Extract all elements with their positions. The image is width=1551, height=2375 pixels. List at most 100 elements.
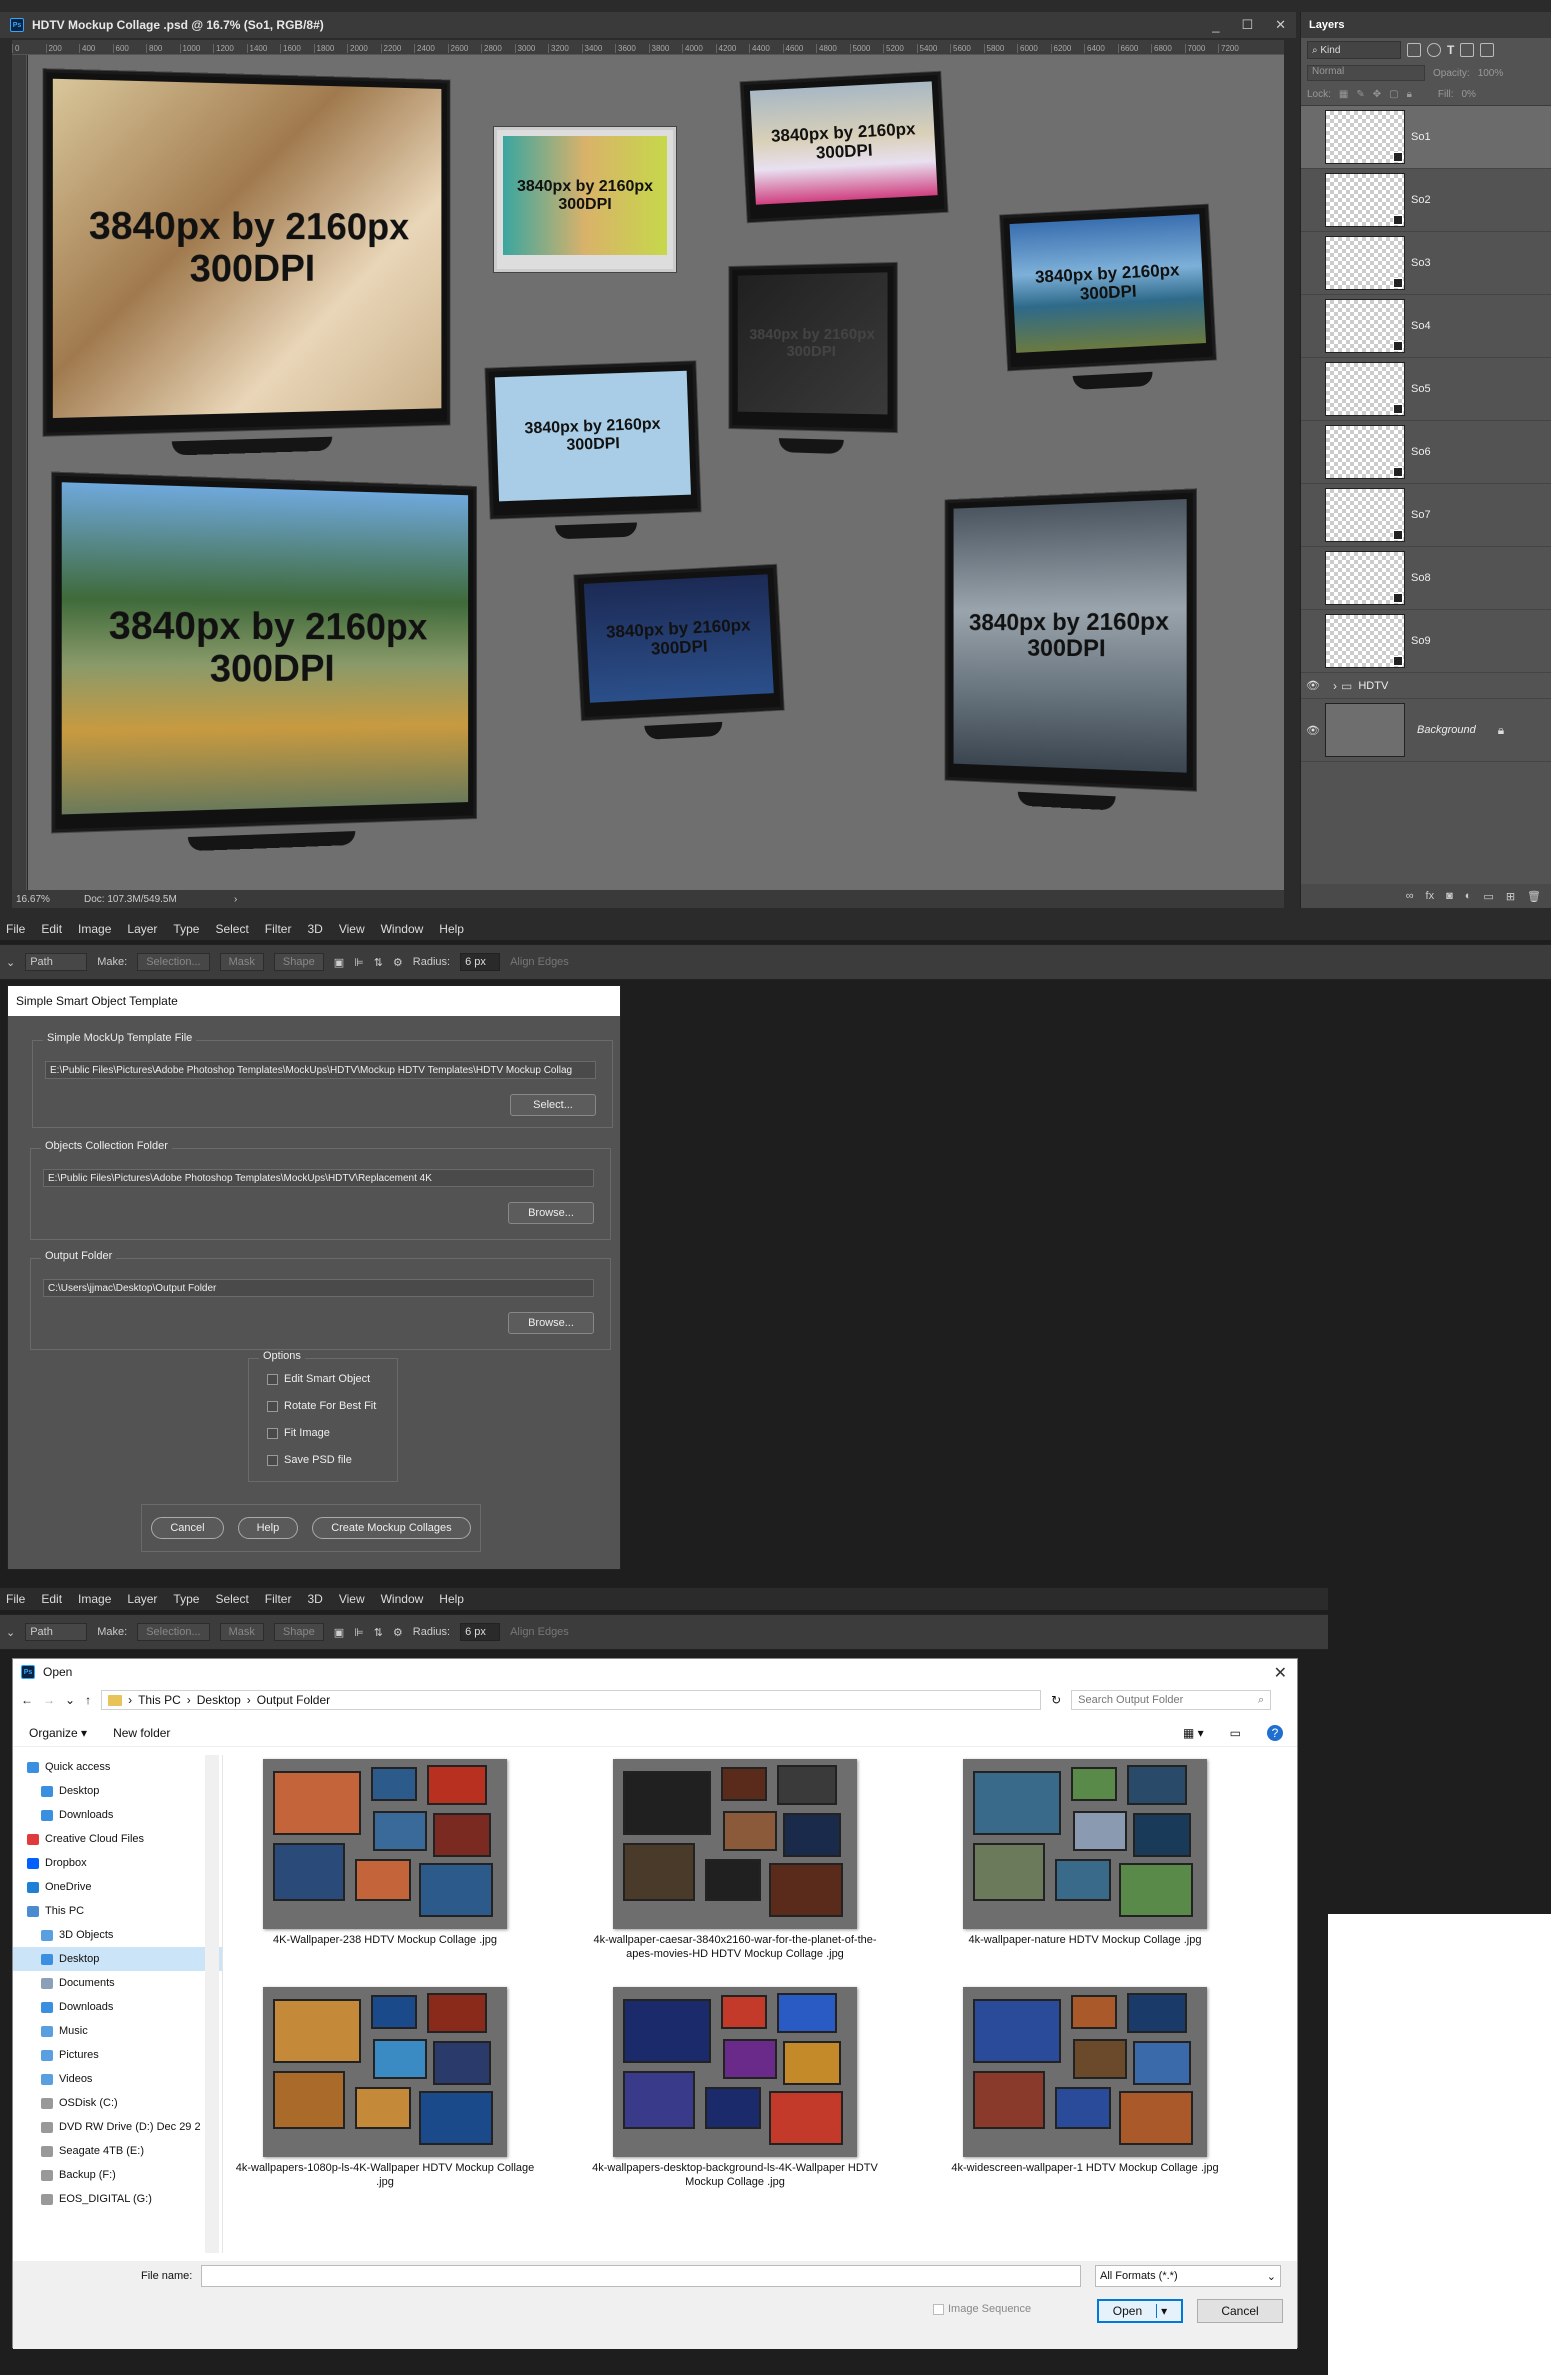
menu-item-window[interactable]: Window [381,922,424,936]
mask-icon[interactable]: ◙ [1446,890,1453,902]
shape-button[interactable]: Shape [273,953,324,971]
path-arrange-icon[interactable]: ⇅ [374,1626,383,1639]
nav-item[interactable]: Dropbox [13,1851,222,1875]
menu-item-file[interactable]: File [6,1592,25,1606]
radius-input[interactable]: 6 px [460,953,501,971]
checkbox[interactable] [933,2303,944,2315]
menu-item-layer[interactable]: Layer [127,922,157,936]
selection-button[interactable]: Selection... [137,953,210,971]
adjustment-filter-icon[interactable] [1427,43,1441,57]
tool-preset-picker[interactable]: ⌄ [6,956,15,969]
menu-item-type[interactable]: Type [173,922,199,936]
select-button[interactable]: Select... [510,1094,596,1116]
chevron-right-icon[interactable]: › [1333,679,1337,693]
opacity-value[interactable]: 100% [1478,68,1504,79]
nav-item[interactable]: 3D Objects [13,1923,222,1947]
file-item[interactable]: 4k-wallpaper-caesar-3840x2160-war-for-th… [585,1759,885,1962]
kind-filter[interactable]: ⌕ Kind [1307,41,1401,59]
radius-input[interactable]: 6 px [460,1623,501,1641]
nav-scrollbar[interactable] [205,1755,219,2253]
path-arrange-icon[interactable]: ⇅ [374,956,383,969]
menu-item-help[interactable]: Help [439,922,464,936]
breadcrumb-item[interactable]: Output Folder [257,1693,330,1707]
tv-mockup[interactable]: 3840px by 2160px 300DPI [574,564,784,740]
refresh-icon[interactable]: ↻ [1051,1693,1061,1707]
menu-item-file[interactable]: File [6,922,25,936]
search-input[interactable]: Search Output Folder ⌕ [1071,1690,1272,1710]
adjustment-icon[interactable]: ◐ [1465,890,1472,902]
option-edit-smart-object[interactable]: Edit Smart Object [267,1373,370,1385]
layer-group-hdtv[interactable]: 👁︎ › ▭ HDTV [1301,673,1551,699]
help-icon[interactable]: ? [1267,1724,1283,1741]
status-menu-arrow[interactable]: › [234,894,237,905]
align-edges-checkbox[interactable]: Align Edges [510,1626,569,1638]
up-arrow-icon[interactable]: ↑ [85,1693,91,1707]
blend-mode-select[interactable]: Normal [1307,65,1425,81]
file-item[interactable]: 4k-wallpaper-nature HDTV Mockup Collage … [935,1759,1235,1947]
layer-row-so7[interactable]: So7 [1301,484,1551,547]
menu-item-select[interactable]: Select [215,1592,248,1606]
menu-item-layer[interactable]: Layer [127,1592,157,1606]
menu-item-edit[interactable]: Edit [41,1592,62,1606]
checkbox[interactable] [267,1400,278,1412]
nav-item[interactable]: Music [13,2019,222,2043]
nav-item[interactable]: This PC [13,1899,222,1923]
tv-mockup[interactable]: 3840px by 2160px 300DPI [485,361,701,540]
menu-item-3d[interactable]: 3D [307,922,322,936]
output-path-field[interactable]: C:\Users\jjmac\Desktop\Output Folder [43,1279,594,1297]
minimize-button[interactable]: _ [1212,18,1219,33]
vertical-ruler[interactable] [12,55,27,890]
path-align-icon[interactable]: ⊫ [354,956,364,969]
file-item[interactable]: 4k-wallpapers-desktop-background-ls-4K-W… [585,1987,885,2190]
option-rotate-best-fit[interactable]: Rotate For Best Fit [267,1400,376,1412]
smart-object-filter-icon[interactable] [1480,43,1495,57]
mode-dropdown[interactable]: Path [25,953,88,971]
preview-pane-icon[interactable]: ▭ [1230,1726,1241,1740]
layer-row-so3[interactable]: So3 [1301,232,1551,295]
shape-button[interactable]: Shape [273,1623,324,1641]
checkbox[interactable] [267,1454,278,1466]
address-bar[interactable]: › This PC › Desktop › Output Folder [101,1690,1042,1710]
lock-all-icon[interactable]: 🔒︎ [1407,89,1412,100]
tv-mockup[interactable]: 3840px by 2160px 300DPI [729,262,897,455]
nav-item[interactable]: Seagate 4TB (E:) [13,2139,222,2163]
layers-tab[interactable]: Layers [1301,12,1551,38]
menu-item-filter[interactable]: Filter [265,922,292,936]
tv-mockup[interactable]: 3840px by 2160px 300DPI [740,71,948,223]
path-ops-icon[interactable]: ▣ [334,956,344,969]
mask-button[interactable]: Mask [219,953,264,971]
new-folder-button[interactable]: New folder [113,1726,170,1740]
option-fit-image[interactable]: Fit Image [267,1427,330,1439]
nav-item[interactable]: Desktop [13,1779,222,1803]
type-filter-icon[interactable]: T [1447,43,1454,57]
file-item[interactable]: 4K-Wallpaper-238 HDTV Mockup Collage .jp… [235,1759,535,1947]
browse-button[interactable]: Browse... [508,1202,594,1224]
layer-row-so2[interactable]: So2 [1301,169,1551,232]
nav-item[interactable]: Creative Cloud Files [13,1827,222,1851]
help-button[interactable]: Help [237,1517,299,1539]
menu-item-select[interactable]: Select [215,922,248,936]
path-ops-icon[interactable]: ▣ [334,1626,344,1639]
lock-pixels-icon[interactable]: ▦ [1339,89,1348,100]
nav-item[interactable]: EOS_DIGITAL (G:) [13,2187,222,2211]
layer-background[interactable]: 👁︎ Background 🔒︎ [1301,699,1551,762]
open-button[interactable]: Open ▾ [1097,2299,1183,2323]
menu-item-edit[interactable]: Edit [41,922,62,936]
breadcrumb-item[interactable]: This PC [138,1693,181,1707]
cancel-button[interactable]: Cancel [151,1517,224,1539]
visibility-eye-icon[interactable]: 👁︎ [1301,679,1325,692]
folder-icon[interactable]: ▭ [1483,890,1493,903]
link-icon[interactable]: ∞ [1406,890,1414,902]
menu-item-image[interactable]: Image [78,922,111,936]
nav-item[interactable]: DVD RW Drive (D:) Dec 29 2 [13,2115,222,2139]
breadcrumb-item[interactable]: Desktop [197,1693,241,1707]
nav-item[interactable]: Pictures [13,2043,222,2067]
mode-dropdown[interactable]: Path [25,1623,88,1641]
chevron-down-icon[interactable]: ▾ [1156,2304,1167,2318]
cancel-button[interactable]: Cancel [1197,2299,1283,2323]
lock-brush-icon[interactable]: ✎ [1356,89,1364,100]
menu-item-view[interactable]: View [339,1592,365,1606]
menu-item-filter[interactable]: Filter [265,1592,292,1606]
nav-item[interactable]: Videos [13,2067,222,2091]
nav-item[interactable]: Downloads [13,1803,222,1827]
